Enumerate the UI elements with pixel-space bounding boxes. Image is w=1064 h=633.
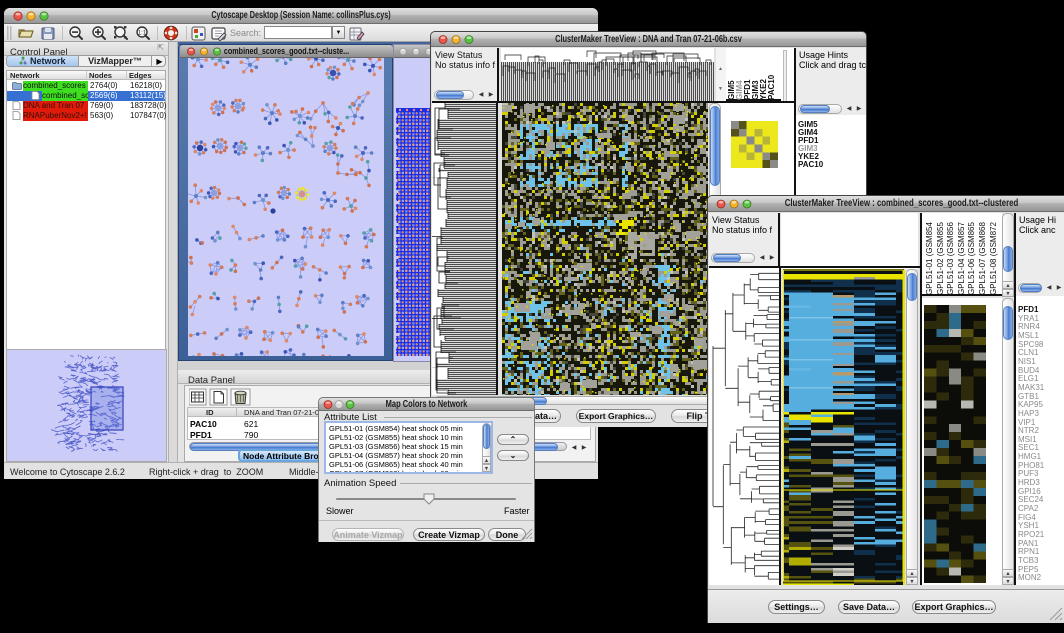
svg-text:1:1: 1:1 [138, 31, 147, 37]
